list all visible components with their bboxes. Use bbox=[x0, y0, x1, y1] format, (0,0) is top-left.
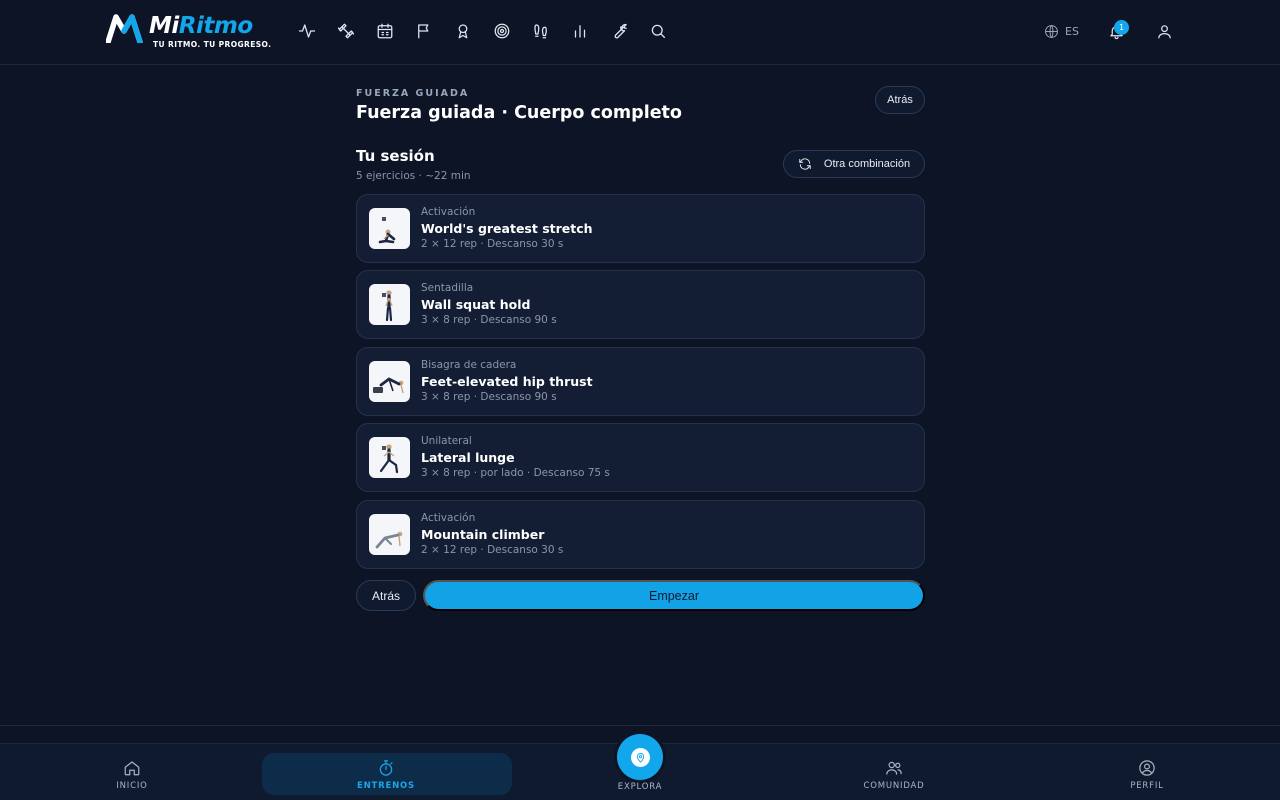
refresh-icon bbox=[799, 158, 811, 170]
exercise-meta: 2 × 12 rep · Descanso 30 s bbox=[421, 544, 564, 556]
exercise-meta: 2 × 12 rep · Descanso 30 s bbox=[421, 238, 564, 250]
brand-name: MiRitmo bbox=[149, 13, 253, 39]
exercise-thumbnail bbox=[369, 284, 410, 325]
exercise-thumbnail bbox=[369, 361, 410, 402]
exercise-meta: 3 × 8 rep · por lado · Descanso 75 s bbox=[421, 467, 610, 479]
language-code: ES bbox=[1065, 25, 1079, 38]
target-icon[interactable] bbox=[493, 22, 511, 40]
exercise-thumbnail bbox=[369, 208, 410, 249]
exercise-thumbnail bbox=[369, 514, 410, 555]
explore-button[interactable] bbox=[617, 734, 663, 780]
calendar-icon[interactable] bbox=[376, 22, 394, 40]
notification-badge: 1 bbox=[1114, 20, 1129, 35]
exercise-card[interactable]: Activación Mountain climber 2 × 12 rep ·… bbox=[356, 500, 925, 569]
exercise-category: Activación bbox=[421, 206, 476, 218]
top-bar: MiRitmo TU RITMO. TU PROGRESO. ES 1 bbox=[0, 0, 1280, 65]
map-pin-icon bbox=[636, 752, 644, 763]
reshuffle-label: Otra combinación bbox=[823, 158, 911, 170]
tab-label: PERFIL bbox=[1130, 781, 1164, 791]
start-button[interactable]: Empezar bbox=[423, 580, 925, 611]
exercise-name: Feet-elevated hip thrust bbox=[421, 374, 593, 389]
stopwatch-icon bbox=[379, 760, 393, 776]
globe-icon bbox=[1045, 25, 1058, 38]
session-summary: 5 ejercicios · ~22 min bbox=[356, 170, 471, 182]
exercise-name: World's greatest stretch bbox=[421, 221, 593, 236]
session-title: Tu sesión bbox=[356, 147, 435, 165]
page-title: Fuerza guiada · Cuerpo completo bbox=[356, 103, 682, 123]
lunge-figure-icon bbox=[379, 444, 399, 474]
tab-label: EXPLORA bbox=[617, 782, 663, 792]
account-button[interactable] bbox=[1156, 23, 1173, 44]
wrench-icon[interactable] bbox=[610, 22, 628, 40]
exercise-category: Activación bbox=[421, 512, 476, 524]
back-button-top[interactable]: Atrás bbox=[875, 86, 925, 114]
tab-perfil[interactable]: PERFIL bbox=[1107, 744, 1187, 800]
brand-logo[interactable]: MiRitmo TU RITMO. TU PROGRESO. bbox=[106, 13, 271, 49]
tab-label: INICIO bbox=[116, 781, 148, 791]
user-circle-icon bbox=[1139, 760, 1155, 776]
bar-chart-icon[interactable] bbox=[571, 22, 589, 40]
home-icon bbox=[124, 761, 140, 776]
exercise-thumbnail bbox=[369, 437, 410, 478]
search-icon[interactable] bbox=[649, 22, 667, 40]
exercise-name: Lateral lunge bbox=[421, 450, 515, 465]
exercise-category: Unilateral bbox=[421, 435, 472, 447]
tab-label: ENTRENOS bbox=[357, 781, 415, 791]
bottom-nav: INICIO ENTRENOS EXPLORA COMUNIDAD PERFIL bbox=[0, 734, 1280, 800]
medal-icon[interactable] bbox=[454, 22, 472, 40]
footprints-icon[interactable] bbox=[532, 22, 550, 40]
standing-figure-icon bbox=[382, 290, 393, 322]
tab-inicio[interactable]: INICIO bbox=[92, 744, 172, 800]
exercise-category: Bisagra de cadera bbox=[421, 359, 517, 371]
brand-tagline: TU RITMO. TU PROGRESO. bbox=[153, 40, 272, 49]
flag-icon[interactable] bbox=[415, 22, 433, 40]
exercise-category: Sentadilla bbox=[421, 282, 474, 294]
back-button[interactable]: Atrás bbox=[356, 580, 416, 611]
exercise-card[interactable]: Bisagra de cadera Feet-elevated hip thru… bbox=[356, 347, 925, 416]
exercise-meta: 3 × 8 rep · Descanso 90 s bbox=[421, 314, 557, 326]
exercise-meta: 3 × 8 rep · Descanso 90 s bbox=[421, 391, 557, 403]
exercise-card[interactable]: Activación World's greatest stretch 2 × … bbox=[356, 194, 925, 263]
users-icon bbox=[886, 761, 902, 775]
language-selector[interactable]: ES bbox=[1044, 24, 1079, 39]
tab-label: COMUNIDAD bbox=[863, 781, 925, 791]
activity-icon[interactable] bbox=[298, 22, 316, 40]
dumbbell-icon[interactable] bbox=[337, 22, 355, 40]
page-kicker: FUERZA GUIADA bbox=[356, 88, 470, 99]
fab-icon-wrap bbox=[630, 747, 650, 767]
bridge-figure-icon bbox=[373, 377, 404, 394]
user-icon bbox=[1158, 25, 1171, 39]
exercise-name: Mountain climber bbox=[421, 527, 545, 542]
divider bbox=[0, 725, 1280, 726]
tab-entrenos[interactable]: ENTRENOS bbox=[346, 744, 426, 800]
notifications-button[interactable]: 1 bbox=[1108, 20, 1129, 41]
plank-figure-icon bbox=[375, 531, 403, 549]
exercise-card[interactable]: Unilateral Lateral lunge 3 × 8 rep · por… bbox=[356, 423, 925, 492]
stretch-figure-icon bbox=[378, 217, 396, 244]
exercise-card[interactable]: Sentadilla Wall squat hold 3 × 8 rep · D… bbox=[356, 270, 925, 339]
tab-comunidad[interactable]: COMUNIDAD bbox=[854, 744, 934, 800]
exercise-name: Wall squat hold bbox=[421, 297, 531, 312]
logo-mark-icon bbox=[106, 14, 143, 43]
reshuffle-button[interactable]: Otra combinación bbox=[783, 150, 925, 178]
